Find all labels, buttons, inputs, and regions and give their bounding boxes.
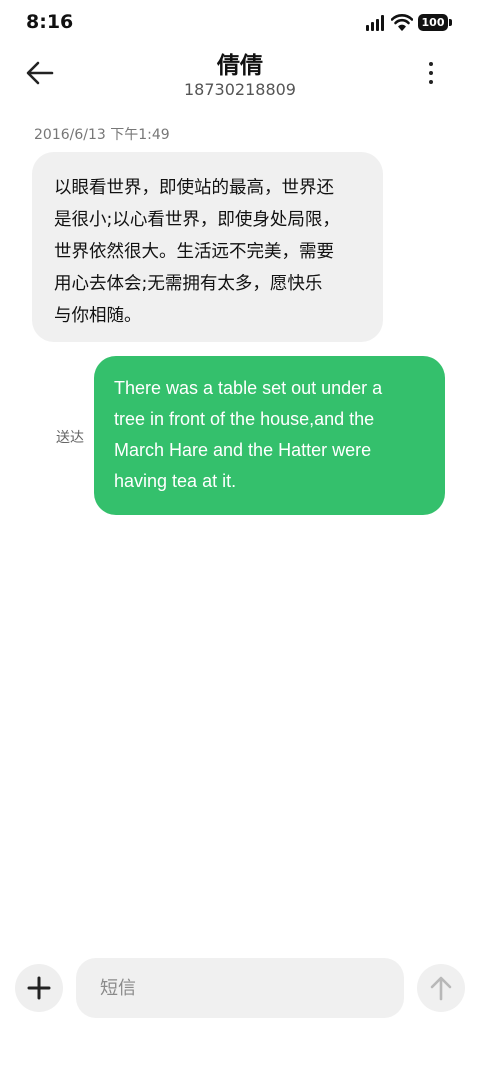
wifi-icon [391,14,413,31]
plus-icon [27,976,51,1000]
incoming-line: 是很小;以心看世界，即使身处局限， [54,210,340,230]
incoming-line: 以眼看世界，即使站的最高，世界还 [54,178,334,198]
outgoing-line: March Hare and the Hatter were [114,440,372,460]
contact-number: 18730218809 [184,80,296,99]
send-button[interactable] [417,964,465,1012]
outgoing-message-bubble[interactable]: There was a table set out under a tree i… [94,356,445,515]
arrow-up-icon [430,976,452,1001]
incoming-line: 用心去体会;无需拥有太多，愿快乐 [54,274,323,294]
outgoing-line: tree in front of the house,and the [114,409,375,429]
add-attachment-button[interactable] [15,964,63,1012]
status-time: 8:16 [26,11,74,33]
incoming-line: 与你相随。 [54,306,142,326]
delivery-status: 送达 [56,430,84,446]
battery-tip [449,19,452,26]
incoming-line: 世界依然很大。生活远不完美，需要 [54,242,334,262]
status-bar: 8:16 100 [0,0,480,46]
message-input[interactable] [76,958,404,1018]
contact-name: 倩倩 [217,53,263,79]
battery-icon: 100 [418,14,448,31]
outgoing-line: having tea at it. [114,471,237,491]
outgoing-line: There was a table set out under a [114,378,383,398]
more-options-icon[interactable] [420,56,444,90]
message-timestamp: 2016/6/13 下午1:49 [34,127,170,143]
incoming-message-bubble[interactable]: 以眼看世界，即使站的最高，世界还 是很小;以心看世界，即使身处局限， 世界依然很… [32,152,383,342]
messaging-screen: 8:16 100 倩倩 18730218809 2016/6/13 下午1:49… [0,0,480,1066]
signal-icon [366,15,386,31]
